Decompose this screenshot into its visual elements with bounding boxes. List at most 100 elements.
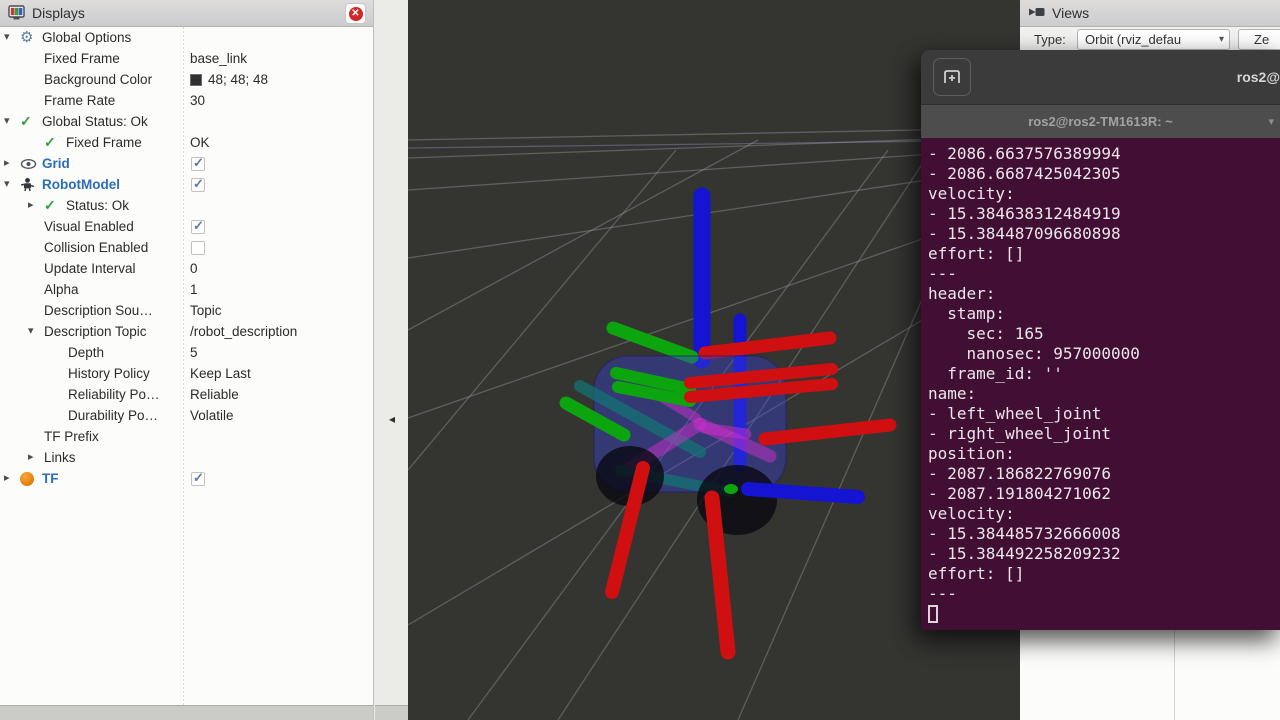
- tab-list-chevron-icon[interactable]: ▾: [1268, 105, 1274, 139]
- row-label: Links: [44, 449, 76, 467]
- row-value[interactable]: 5: [190, 344, 198, 362]
- tree-row-fixed-frame[interactable]: ✓Fixed FrameOK: [0, 132, 374, 153]
- row-value[interactable]: Keep Last: [190, 365, 251, 383]
- terminal-line: ---: [928, 264, 1280, 284]
- close-icon: ✕: [349, 7, 363, 21]
- row-value[interactable]: base_link: [190, 50, 247, 68]
- tree-row-status-ok[interactable]: ▸✓Status: Ok: [0, 195, 374, 216]
- row-label: History Policy: [68, 365, 150, 383]
- tree-row-fixed-frame[interactable]: Fixed Framebase_link: [0, 48, 374, 69]
- row-value[interactable]: OK: [190, 134, 210, 152]
- views-panel-titlebar[interactable]: Views: [1020, 0, 1280, 27]
- gear-icon: ⚙: [20, 27, 40, 48]
- terminal-window-title: ros2@: [1237, 50, 1280, 104]
- checkbox-unchecked[interactable]: [191, 241, 205, 255]
- tree-row-collision-enabled[interactable]: Collision Enabled: [0, 237, 374, 258]
- tree-row-robotmodel[interactable]: ▾ RobotModel ✓: [0, 174, 374, 195]
- check-icon: ✓: [20, 111, 40, 132]
- expand-right-icon[interactable]: ▸: [4, 469, 18, 488]
- expand-down-icon[interactable]: ▾: [28, 322, 42, 341]
- row-label: Background Color: [44, 71, 152, 89]
- row-value[interactable]: Topic: [190, 302, 222, 320]
- row-value[interactable]: Volatile: [190, 407, 234, 425]
- row-value[interactable]: 30: [190, 92, 205, 110]
- row-label: Global Options: [42, 29, 131, 47]
- terminal-output[interactable]: - 2086.6637576389994- 2086.6687425042305…: [921, 138, 1280, 630]
- tree-row-reliability-po[interactable]: Reliability Po…Reliable: [0, 384, 374, 405]
- tree-row-durability-po[interactable]: Durability Po…Volatile: [0, 405, 374, 426]
- tree-row-global-status-ok[interactable]: ▾✓Global Status: Ok: [0, 111, 374, 132]
- tree-row-update-interval[interactable]: Update Interval 0: [0, 258, 374, 279]
- terminal-line: - 15.384492258209232: [928, 544, 1280, 564]
- tree-row-description-sou[interactable]: Description Sou… Topic: [0, 300, 374, 321]
- tree-row-visual-enabled[interactable]: Visual Enabled✓: [0, 216, 374, 237]
- new-tab-button[interactable]: [933, 58, 971, 96]
- checkbox-checked[interactable]: ✓: [191, 157, 205, 171]
- row-value[interactable]: 1: [190, 281, 198, 299]
- color-swatch[interactable]: [190, 74, 202, 86]
- tree-row-description-topic[interactable]: ▾Description Topic/robot_description: [0, 321, 374, 342]
- robot-model: [566, 196, 890, 652]
- terminal-line: - left_wheel_joint: [928, 404, 1280, 424]
- view-type-label: Type:: [1034, 32, 1066, 47]
- expand-down-icon[interactable]: ▾: [4, 28, 18, 47]
- terminal-line: effort: []: [928, 244, 1280, 264]
- terminal-line: - 2086.6637576389994: [928, 144, 1280, 164]
- terminal-line: ---: [928, 584, 1280, 604]
- checkbox-checked[interactable]: ✓: [191, 178, 205, 192]
- row-label: Update Interval: [44, 260, 136, 278]
- displays-close-button[interactable]: ✕: [345, 3, 366, 24]
- row-label: Description Topic: [44, 323, 147, 341]
- view-type-dropdown[interactable]: Orbit (rviz_defau ▾: [1077, 29, 1230, 50]
- tree-row-tf[interactable]: ▸TF✓: [0, 468, 374, 489]
- panel-splitter[interactable]: ◂: [375, 0, 408, 720]
- row-label: Fixed Frame: [66, 134, 142, 152]
- check-icon: ✓: [44, 195, 64, 216]
- terminal-line: - 15.384487096680898: [928, 224, 1280, 244]
- views-camera-icon: [1028, 5, 1046, 21]
- tree-row-tf-prefix[interactable]: TF Prefix: [0, 426, 374, 447]
- expand-down-icon[interactable]: ▾: [4, 112, 18, 131]
- terminal-tab[interactable]: ros2@ros2-TM1613R: ~: [1028, 114, 1173, 129]
- tree-row-global-options[interactable]: ▾⚙Global Options: [0, 27, 374, 48]
- expand-right-icon[interactable]: ▸: [28, 196, 42, 215]
- terminal-tabbar: ros2@ros2-TM1613R: ~ ▾: [921, 104, 1280, 138]
- row-label: Grid: [42, 155, 70, 173]
- row-value[interactable]: 0: [190, 260, 198, 278]
- tree-row-history-policy[interactable]: History Policy Keep Last: [0, 363, 374, 384]
- eye-icon: [20, 153, 40, 174]
- checkbox-checked[interactable]: ✓: [191, 472, 205, 486]
- collapse-left-icon[interactable]: ◂: [385, 408, 399, 430]
- tree-row-frame-rate[interactable]: Frame Rate30: [0, 90, 374, 111]
- tree-row-links[interactable]: ▸Links: [0, 447, 374, 468]
- check-icon: ✓: [193, 470, 204, 486]
- terminal-line: header:: [928, 284, 1280, 304]
- row-value[interactable]: Reliable: [190, 386, 239, 404]
- terminal-line: - right_wheel_joint: [928, 424, 1280, 444]
- tree-row-depth[interactable]: Depth 5: [0, 342, 374, 363]
- terminal-headerbar[interactable]: ros2@: [921, 50, 1280, 104]
- gutter-bottom-strip: [375, 705, 408, 720]
- displays-panel-titlebar[interactable]: Displays ✕: [0, 0, 373, 27]
- row-label: Description Sou…: [44, 302, 153, 320]
- terminal-line: velocity:: [928, 504, 1280, 524]
- tree-row-background-color[interactable]: Background Color48; 48; 48: [0, 69, 374, 90]
- displays-bottom-strip: [0, 705, 373, 720]
- chevron-down-icon: ▾: [1219, 30, 1224, 49]
- expand-right-icon[interactable]: ▸: [4, 154, 18, 173]
- row-label: RobotModel: [42, 176, 120, 194]
- displays-property-tree[interactable]: ▾⚙Global OptionsFixed Framebase_linkBack…: [0, 27, 373, 705]
- zero-button[interactable]: Ze: [1238, 29, 1280, 50]
- tree-row-alpha[interactable]: Alpha1: [0, 279, 374, 300]
- checkbox-checked[interactable]: ✓: [191, 220, 205, 234]
- row-label: Collision Enabled: [44, 239, 148, 257]
- displays-panel: Displays ✕ ▾⚙Global OptionsFixed Frameba…: [0, 0, 374, 720]
- expand-right-icon[interactable]: ▸: [28, 448, 42, 467]
- view-type-row: Type: Orbit (rviz_defau ▾ Ze: [1020, 27, 1280, 52]
- displays-monitor-icon: [8, 5, 26, 21]
- expand-down-icon[interactable]: ▾: [4, 175, 18, 194]
- row-label: Depth: [68, 344, 104, 362]
- robot-icon: [20, 174, 40, 195]
- tree-row-grid[interactable]: ▸ Grid ✓: [0, 153, 374, 174]
- row-value[interactable]: /robot_description: [190, 323, 297, 341]
